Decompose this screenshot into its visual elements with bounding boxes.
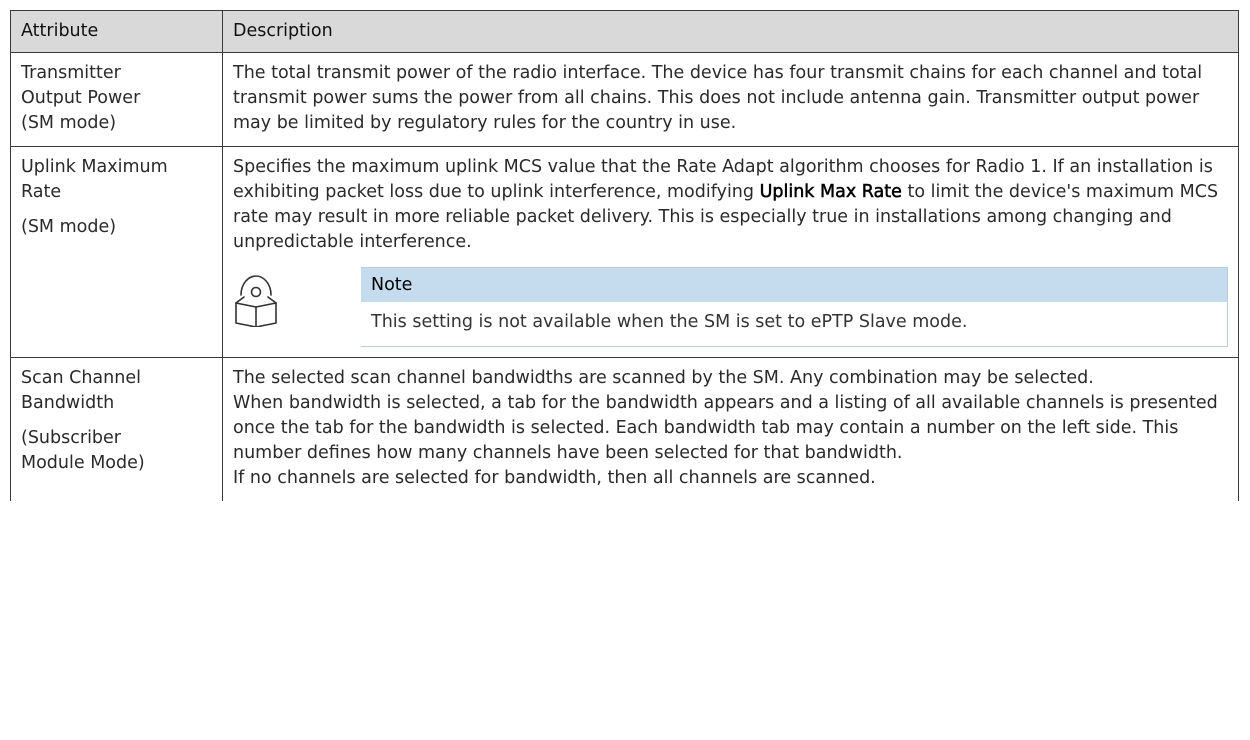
note-icon-wrap: [233, 267, 361, 347]
attribute-mode-line: Module Mode): [21, 453, 145, 473]
bold-setting-name: Uplink Max Rate: [759, 182, 902, 203]
attribute-name-line: Uplink Maximum: [21, 157, 168, 177]
description-text: Specifies the maximum uplink MCS value t…: [233, 155, 1228, 255]
description-cell: The total transmit power of the radio in…: [222, 52, 1239, 147]
table-row: Scan Channel Bandwidth (Subscriber Modul…: [10, 357, 1239, 501]
note-box: Note This setting is not available when …: [361, 267, 1228, 347]
note-text: This setting is not available when the S…: [371, 312, 968, 332]
attribute-name-line: Transmitter: [21, 63, 121, 83]
table-row: Uplink Maximum Rate (SM mode) Specifies …: [10, 146, 1239, 358]
description-paragraph: If no channels are selected for bandwidt…: [233, 468, 876, 488]
attribute-mode: (SM mode): [21, 217, 117, 237]
attribute-mode-line: (Subscriber: [21, 428, 122, 448]
note-title: Note: [361, 268, 1227, 302]
header-description: Description: [222, 10, 1239, 53]
attribute-cell: Uplink Maximum Rate (SM mode): [10, 146, 223, 358]
attribute-cell: Transmitter Output Power (SM mode): [10, 52, 223, 147]
note-book-icon: [233, 275, 279, 332]
table-header-row: Attribute Description: [10, 10, 1239, 53]
description-paragraph: When bandwidth is selected, a tab for th…: [233, 393, 1218, 463]
description-paragraph: The selected scan channel bandwidths are…: [233, 368, 1094, 388]
attribute-name-line: Bandwidth: [21, 393, 115, 413]
attribute-name-line: Scan Channel: [21, 368, 141, 388]
attribute-mode: (Subscriber Module Mode): [21, 426, 212, 476]
attribute-name-line: (SM mode): [21, 113, 117, 133]
description-cell: The selected scan channel bandwidths are…: [222, 357, 1239, 501]
table-row: Transmitter Output Power (SM mode) The t…: [10, 52, 1239, 147]
attribute-table: Attribute Description Transmitter Output…: [10, 10, 1239, 501]
description-cell: Specifies the maximum uplink MCS value t…: [222, 146, 1239, 358]
header-attribute: Attribute: [10, 10, 223, 53]
description-text: The total transmit power of the radio in…: [233, 63, 1203, 133]
attribute-cell: Scan Channel Bandwidth (Subscriber Modul…: [10, 357, 223, 501]
attribute-name-line: Output Power: [21, 88, 141, 108]
note-callout: Note This setting is not available when …: [233, 267, 1228, 347]
attribute-name-line: Rate: [21, 182, 62, 202]
